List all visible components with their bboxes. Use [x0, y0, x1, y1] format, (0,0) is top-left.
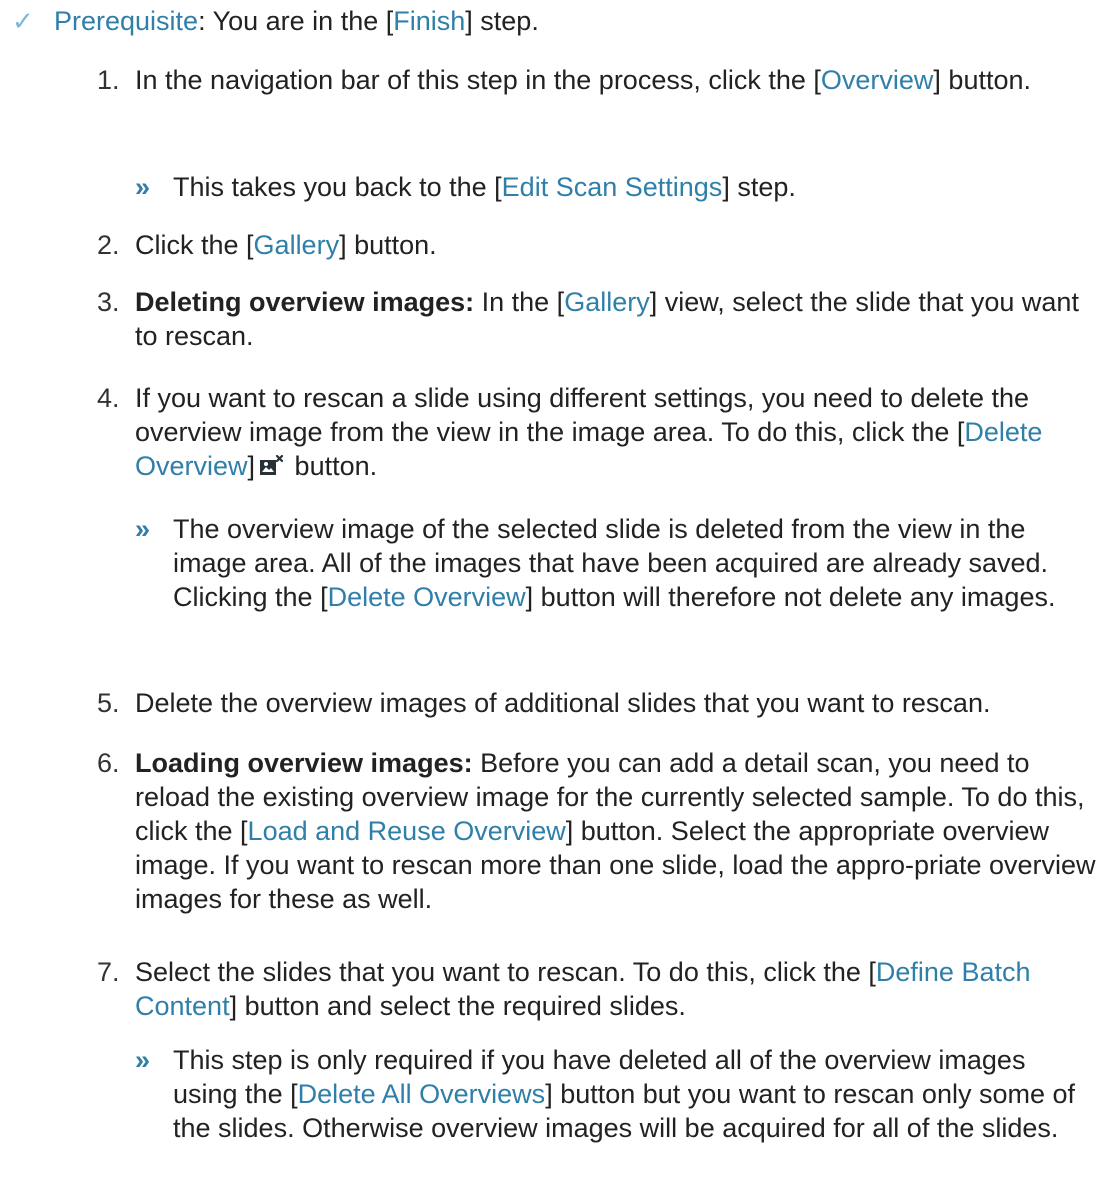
step-text-part: Click the [	[135, 230, 254, 260]
result-2: » The overview image of the selected sli…	[135, 512, 1095, 614]
delete-overview-reference: Delete Overview	[327, 582, 526, 612]
result-1: » This takes you back to the [Edit Scan …	[135, 170, 1095, 204]
step-7: 7. Select the slides that you want to re…	[97, 955, 1097, 1023]
step-text-part: If you want to rescan a slide using diff…	[135, 383, 1030, 447]
step-5: 5. Delete the overview images of additio…	[97, 686, 1097, 720]
step-text: Delete the overview images of additional…	[135, 688, 991, 718]
result-text-part: This takes you back to the [	[173, 172, 502, 202]
result-text: This takes you back to the [Edit Scan Se…	[173, 170, 1095, 204]
step-text: Select the slides that you want to resca…	[135, 955, 1097, 1023]
result-text: This step is only required if you have d…	[173, 1043, 1095, 1145]
prerequisite-line: ✓ Prerequisite: You are in the [Finish] s…	[0, 4, 539, 38]
result-text-part: ] button will therefore not delete any i…	[525, 582, 1056, 612]
step-text-part: In the navigation bar of this step in th…	[135, 65, 821, 95]
step-text-part: ] button.	[933, 65, 1031, 95]
step-heading: Deleting overview images:	[135, 287, 475, 317]
checkmark-icon: ✓	[12, 6, 34, 36]
delete-overview-icon	[260, 455, 284, 475]
step-text: Deleting overview images: In the [Galler…	[135, 285, 1097, 353]
result-3: » This step is only required if you have…	[135, 1043, 1095, 1145]
load-reuse-overview-reference: Load and Reuse Overview	[247, 816, 566, 846]
step-number: 6.	[97, 748, 120, 778]
step-text-part: Select the slides that you want to resca…	[135, 957, 876, 987]
step-number: 7.	[97, 957, 120, 987]
gallery-button-reference: Gallery	[253, 230, 340, 260]
step-text-part: ] button.	[339, 230, 437, 260]
edit-scan-settings-reference: Edit Scan Settings	[501, 172, 723, 202]
delete-all-overviews-reference: Delete All Overviews	[297, 1079, 546, 1109]
gallery-view-reference: Gallery	[564, 287, 650, 317]
step-number: 4.	[97, 383, 120, 413]
overview-button-reference: Overview	[820, 65, 934, 95]
result-arrow-icon: »	[135, 1045, 151, 1075]
step-number: 2.	[97, 230, 120, 260]
step-heading: Loading overview images:	[135, 748, 473, 778]
result-arrow-icon: »	[135, 172, 151, 202]
step-1: 1. In the navigation bar of this step in…	[97, 63, 1097, 97]
step-number: 3.	[97, 287, 120, 317]
prerequisite-text-after: ] step.	[465, 6, 539, 36]
step-text-part: In the [	[474, 287, 565, 317]
step-text: If you want to rescan a slide using diff…	[135, 381, 1097, 483]
step-text: Click the [Gallery] button.	[135, 228, 1097, 262]
step-text: In the navigation bar of this step in th…	[135, 63, 1097, 97]
result-text-part: ] step.	[722, 172, 796, 202]
step-4: 4. If you want to rescan a slide using d…	[97, 381, 1097, 483]
step-text-part: ]	[247, 451, 256, 481]
result-text: The overview image of the selected slide…	[173, 512, 1095, 614]
step-number: 1.	[97, 65, 120, 95]
prerequisite-label: Prerequisite	[54, 6, 199, 36]
prerequisite-text-before: : You are in the [	[198, 6, 394, 36]
result-arrow-icon: »	[135, 514, 151, 544]
finish-step-link: Finish	[393, 6, 466, 36]
step-text: Loading overview images: Before you can …	[135, 746, 1097, 916]
step-2: 2. Click the [Gallery] button.	[97, 228, 1097, 262]
step-3: 3. Deleting overview images: In the [Gal…	[97, 285, 1097, 353]
step-6: 6. Loading overview images: Before you c…	[97, 746, 1097, 916]
step-text-part: button.	[287, 451, 378, 481]
step-number: 5.	[97, 688, 120, 718]
step-text-part: ] button and select the required slides.	[229, 991, 686, 1021]
